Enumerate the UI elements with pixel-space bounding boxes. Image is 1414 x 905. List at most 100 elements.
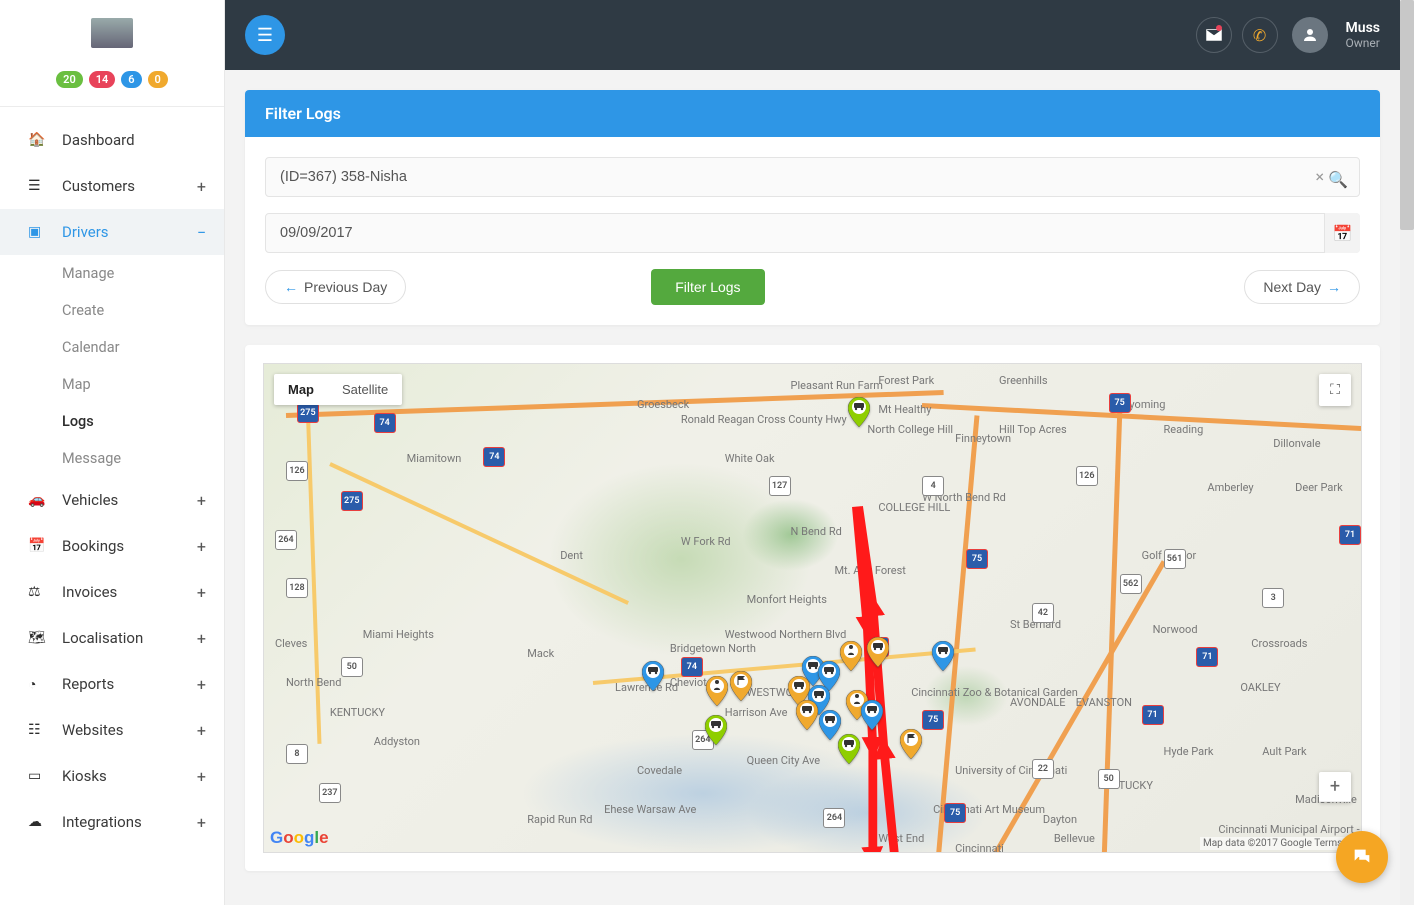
nav-reports[interactable]: ◔Reports+	[0, 661, 224, 707]
fullscreen-button[interactable]: ⛶	[1319, 374, 1351, 406]
sidebar-logo	[0, 0, 224, 60]
arrow-right-icon: →	[1327, 279, 1341, 295]
map-panel: Map Satellite ⛶ + Google Map data ©2017 …	[245, 345, 1380, 871]
status-badges: 20 14 6 0	[0, 60, 224, 107]
map-type-satellite[interactable]: Satellite	[328, 374, 402, 405]
car-icon: 🚗	[28, 492, 48, 508]
search-icon[interactable]: 🔍	[1328, 170, 1348, 189]
route-shield: 237	[319, 783, 341, 803]
drivers-subnav: Manage Create Calendar Map Logs Message	[0, 255, 224, 477]
map-label: Crossroads	[1251, 637, 1307, 650]
mail-button[interactable]	[1196, 17, 1232, 53]
map-marker[interactable]	[838, 734, 860, 764]
route-shield: 74	[374, 413, 396, 433]
clear-icon[interactable]: ×	[1315, 167, 1324, 186]
map-marker[interactable]	[706, 676, 728, 706]
plus-icon: +	[197, 583, 206, 602]
map-label: Reading	[1164, 423, 1204, 436]
driver-input[interactable]	[265, 157, 1360, 197]
zoom-in-button[interactable]: +	[1319, 772, 1351, 802]
nav-drivers[interactable]: ▣Drivers−	[0, 209, 224, 255]
route-shield: 264	[275, 530, 297, 550]
phone-button[interactable]: ✆	[1242, 17, 1278, 53]
monitor-icon: ▭	[28, 768, 48, 784]
map-marker[interactable]	[867, 637, 889, 667]
map-type-map[interactable]: Map	[274, 374, 328, 405]
route-shield: 126	[286, 461, 308, 481]
map-marker[interactable]	[705, 715, 727, 745]
nav-label: Kiosks	[62, 767, 107, 785]
route-shield: 3	[1262, 588, 1284, 608]
route-shield: 75	[922, 710, 944, 730]
calendar-icon[interactable]: 📅	[1324, 213, 1360, 253]
plus-icon: +	[197, 767, 206, 786]
map-marker[interactable]	[642, 661, 664, 691]
person-icon	[1301, 26, 1319, 44]
route-shield: 562	[1120, 574, 1142, 594]
server-icon: ☷	[28, 722, 48, 738]
map-label: North Bend	[286, 676, 341, 689]
nav-localisation[interactable]: 🗺Localisation+	[0, 615, 224, 661]
route-shield: 128	[286, 578, 308, 598]
route-shield: 126	[1076, 466, 1098, 486]
map-marker[interactable]	[730, 671, 752, 701]
map-label: Greenhills	[999, 374, 1048, 387]
map-label: Norwood	[1153, 623, 1198, 636]
route-shield: 75	[944, 803, 966, 823]
route-shield: 75	[1109, 393, 1131, 413]
date-input[interactable]	[265, 213, 1360, 253]
map-type-control: Map Satellite	[274, 374, 402, 405]
previous-day-button[interactable]: ←Previous Day	[265, 270, 406, 304]
map-marker[interactable]	[796, 700, 818, 730]
route-shield: 71	[1142, 705, 1164, 725]
subnav-create[interactable]: Create	[0, 292, 224, 329]
chat-fab-button[interactable]	[1336, 831, 1388, 883]
user-avatar[interactable]	[1292, 17, 1328, 53]
map-label: Forest Park	[878, 374, 934, 387]
panel-body: × 🔍 📅 ←Previous Day Filter Logs Next Day…	[245, 137, 1380, 325]
route-shield: 275	[341, 491, 363, 511]
nav-list: 🏠Dashboard ☰Customers+ ▣Drivers− Manage …	[0, 107, 224, 845]
nav-websites[interactable]: ☷Websites+	[0, 707, 224, 753]
map-marker[interactable]	[900, 729, 922, 759]
phone-icon: ✆	[1253, 26, 1266, 45]
subnav-manage[interactable]: Manage	[0, 255, 224, 292]
map-marker[interactable]	[840, 641, 862, 671]
scrollbar-thumb[interactable]	[1400, 0, 1414, 230]
map-marker[interactable]	[861, 700, 883, 730]
subnav-logs[interactable]: Logs	[0, 403, 224, 440]
map-label: Mack	[527, 647, 554, 660]
map-label: Finneytown	[955, 432, 1011, 445]
map-label: Pleasant Run Farm	[791, 379, 883, 392]
topbar: ☰ ✆ Muss Owner	[225, 0, 1400, 70]
plus-icon: +	[197, 177, 206, 196]
plus-icon: +	[197, 629, 206, 648]
nav-customers[interactable]: ☰Customers+	[0, 163, 224, 209]
map-marker[interactable]	[848, 397, 870, 427]
map-attribution: Map data ©2017 Google Terms of	[1200, 837, 1357, 850]
plus-icon: +	[197, 813, 206, 832]
map-label: Miami Heights	[363, 628, 434, 641]
subnav-calendar[interactable]: Calendar	[0, 329, 224, 366]
next-day-button[interactable]: Next Day→	[1244, 270, 1360, 304]
nav-kiosks[interactable]: ▭ Kiosks +	[0, 753, 224, 799]
map-label: Covedale	[637, 764, 682, 777]
nav-vehicles[interactable]: 🚗Vehicles+	[0, 477, 224, 523]
subnav-message[interactable]: Message	[0, 440, 224, 477]
nav-bookings[interactable]: 📅Bookings+	[0, 523, 224, 569]
filter-logs-button[interactable]: Filter Logs	[651, 269, 764, 305]
map-container[interactable]: Map Satellite ⛶ + Google Map data ©2017 …	[263, 363, 1362, 853]
nav-invoices[interactable]: ⚖Invoices+	[0, 569, 224, 615]
map-label: Ault Park	[1262, 745, 1306, 758]
map-marker[interactable]	[932, 641, 954, 671]
badge-orange: 0	[148, 71, 168, 88]
menu-toggle-button[interactable]: ☰	[245, 15, 285, 55]
map-label: Westwood Northern Blvd	[725, 628, 847, 641]
nav-integrations[interactable]: ☁Integrations+	[0, 799, 224, 845]
page-scrollbar[interactable]	[1400, 0, 1414, 905]
subnav-map[interactable]: Map	[0, 366, 224, 403]
nav-dashboard[interactable]: 🏠Dashboard	[0, 117, 224, 163]
map-label: Miamitown	[407, 452, 462, 465]
map-label: COLLEGE HILL	[878, 501, 950, 514]
route-shield: 75	[966, 549, 988, 569]
